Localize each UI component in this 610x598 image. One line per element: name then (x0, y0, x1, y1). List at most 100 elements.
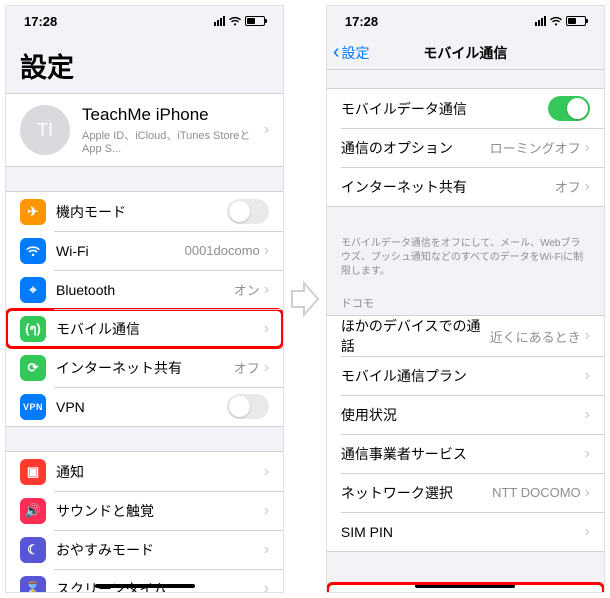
hotspot-icon: ⟳ (20, 355, 46, 381)
chevron-right-icon: › (264, 281, 269, 299)
sounds-row[interactable]: 🔊 サウンドと触覚 › (6, 491, 283, 530)
status-bar: 17:28 (327, 6, 604, 36)
airplane-icon: ✈ (20, 199, 46, 225)
hotspot-value: オフ (234, 358, 260, 377)
cellular-options-row[interactable]: 通信のオプション ローミングオフ › (327, 128, 604, 167)
hotspot-label: インターネット共有 (56, 358, 234, 378)
airplane-mode-label: 機内モード (56, 202, 227, 222)
cellular-icon: (ๆ) (20, 316, 46, 342)
status-time: 17:28 (24, 14, 57, 29)
add-cellular-plan-row[interactable]: モバイル通信プランを追加 (327, 583, 604, 592)
wifi-icon (20, 238, 46, 264)
apple-id-row[interactable]: TI TeachMe iPhone Apple ID、iCloud、iTunes… (6, 94, 283, 166)
status-time: 17:28 (345, 14, 378, 29)
nav-bar: ‹ 設定 モバイル通信 (327, 36, 604, 70)
nav-title: モバイル通信 (423, 43, 507, 63)
bluetooth-row[interactable]: ⌖ Bluetooth オン › (6, 270, 283, 309)
cellular-row[interactable]: (ๆ) モバイル通信 › (6, 309, 283, 348)
airplane-mode-row[interactable]: ✈ 機内モード (6, 192, 283, 231)
network-selection-label: ネットワーク選択 (341, 483, 492, 503)
notifications-label: 通知 (56, 462, 264, 482)
carrier-services-label: 通信事業者サービス (341, 444, 585, 464)
notifications-row[interactable]: ▣ 通知 › (6, 452, 283, 491)
cellular-data-label: モバイルデータ通信 (341, 99, 548, 119)
vpn-icon: VPN (20, 394, 46, 420)
battery-icon (566, 16, 586, 26)
chevron-right-icon: › (264, 242, 269, 260)
sim-pin-label: SIM PIN (341, 524, 585, 540)
chevron-right-icon: › (585, 484, 590, 502)
dnd-icon: ☾ (20, 537, 46, 563)
chevron-right-icon: › (585, 327, 590, 345)
back-label: 設定 (342, 43, 370, 63)
profile-subtitle: Apple ID、iCloud、iTunes StoreとApp S... (82, 127, 264, 155)
cellular-options-label: 通信のオプション (341, 138, 490, 158)
vpn-row[interactable]: VPN VPN (6, 387, 283, 426)
cellular-plan-row[interactable]: モバイル通信プラン › (327, 356, 604, 395)
transition-arrow (288, 5, 322, 593)
chevron-right-icon: › (585, 523, 590, 541)
chevron-right-icon: › (585, 406, 590, 424)
hotspot-row[interactable]: ⟳ インターネット共有 オフ › (6, 348, 283, 387)
cellular-plan-label: モバイル通信プラン (341, 366, 585, 386)
wifi-label: Wi-Fi (56, 243, 185, 259)
bluetooth-icon: ⌖ (20, 277, 46, 303)
chevron-right-icon: › (585, 367, 590, 385)
hotspot-label: インターネット共有 (341, 177, 555, 197)
notifications-icon: ▣ (20, 459, 46, 485)
back-button[interactable]: ‹ 設定 (333, 41, 370, 64)
settings-screen: 17:28 設定 TI TeachMe iPhone Apple ID、iClo… (5, 5, 284, 593)
screentime-row[interactable]: ⌛ スクリーンタイム › (6, 569, 283, 592)
wifi-icon (549, 16, 563, 26)
chevron-right-icon: › (264, 541, 269, 559)
network-selection-row[interactable]: ネットワーク選択 NTT DOCOMO › (327, 473, 604, 512)
wifi-icon (228, 16, 242, 26)
sim-pin-row[interactable]: SIM PIN › (327, 512, 604, 551)
bluetooth-label: Bluetooth (56, 282, 234, 298)
chevron-right-icon: › (264, 121, 269, 139)
bluetooth-value: オン (234, 280, 260, 299)
usage-label: 使用状況 (341, 405, 585, 425)
sounds-icon: 🔊 (20, 498, 46, 524)
hotspot-value: オフ (555, 177, 581, 196)
status-bar: 17:28 (6, 6, 283, 36)
vpn-toggle[interactable] (227, 394, 269, 419)
cellular-data-toggle[interactable] (548, 96, 590, 121)
other-devices-value: 近くにあるとき (490, 327, 581, 346)
signal-icon (214, 16, 225, 26)
page-title: 設定 (6, 36, 283, 93)
other-devices-row[interactable]: ほかのデバイスでの通話 近くにあるとき › (327, 316, 604, 356)
battery-icon (245, 16, 265, 26)
cellular-screen: 17:28 ‹ 設定 モバイル通信 モバイルデータ通信 通信のオプション ローミ… (326, 5, 605, 593)
dnd-label: おやすみモード (56, 540, 264, 560)
cellular-data-row[interactable]: モバイルデータ通信 (327, 89, 604, 128)
chevron-right-icon: › (264, 580, 269, 593)
cellular-footer-text: モバイルデータ通信をオフにして、メール、Webブラウズ、プッシュ通知などのすべて… (327, 231, 604, 281)
chevron-left-icon: ‹ (333, 41, 340, 64)
hotspot-row[interactable]: インターネット共有 オフ › (327, 167, 604, 206)
vpn-label: VPN (56, 399, 227, 415)
chevron-right-icon: › (264, 463, 269, 481)
signal-icon (535, 16, 546, 26)
profile-name: TeachMe iPhone (82, 105, 264, 125)
wifi-value: 0001docomo (185, 243, 260, 258)
chevron-right-icon: › (264, 502, 269, 520)
wifi-row[interactable]: Wi-Fi 0001docomo › (6, 231, 283, 270)
sounds-label: サウンドと触覚 (56, 501, 264, 521)
carrier-services-row[interactable]: 通信事業者サービス › (327, 434, 604, 473)
screentime-icon: ⌛ (20, 576, 46, 593)
dnd-row[interactable]: ☾ おやすみモード › (6, 530, 283, 569)
airplane-toggle[interactable] (227, 199, 269, 224)
carrier-header: ドコモ (327, 281, 604, 315)
home-indicator (95, 584, 195, 588)
status-icons (535, 16, 586, 26)
chevron-right-icon: › (585, 178, 590, 196)
chevron-right-icon: › (264, 320, 269, 338)
network-selection-value: NTT DOCOMO (492, 485, 581, 500)
arrow-right-icon (290, 279, 320, 319)
avatar: TI (20, 105, 70, 155)
other-devices-label: ほかのデバイスでの通話 (341, 316, 490, 356)
usage-row[interactable]: 使用状況 › (327, 395, 604, 434)
chevron-right-icon: › (585, 445, 590, 463)
chevron-right-icon: › (264, 359, 269, 377)
